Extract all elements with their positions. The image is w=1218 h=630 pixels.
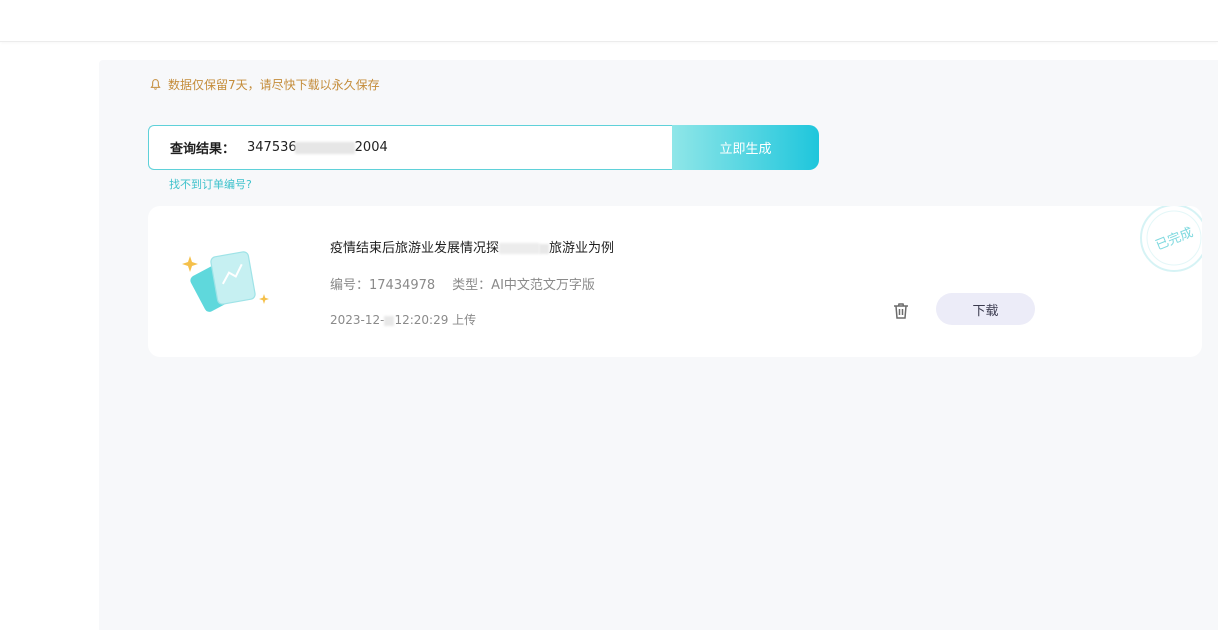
record-meta: 编号：17434978 类型：AI中文范文万字版 — [330, 274, 595, 293]
find-order-link[interactable]: 找不到订单编号? — [169, 176, 252, 192]
redacted-block — [384, 315, 395, 326]
notice-text: 数据仅保留7天，请尽快下载以永久保存 — [168, 78, 380, 92]
retention-notice: 数据仅保留7天，请尽快下载以永久保存 — [149, 76, 380, 93]
record-card: 疫情结束后旅游业发展情况探 旅游业为例 编号：17434978 类型：AI中文范文… — [148, 206, 1202, 357]
search-label: 查询结果： — [170, 142, 236, 157]
document-illustration-icon — [182, 251, 269, 312]
record-id: 编号：17434978 — [330, 278, 436, 293]
record-title: 疫情结束后旅游业发展情况探 旅游业为例 — [330, 241, 615, 256]
search-input[interactable]: 查询结果： 347536 2004 — [148, 125, 688, 170]
redacted-block — [539, 243, 550, 254]
stamp-text: 已完成 — [1154, 225, 1196, 254]
redacted-block — [294, 141, 355, 154]
search-value: 347536 2004 — [247, 140, 388, 155]
trash-icon[interactable] — [891, 301, 911, 321]
search-bar: 查询结果： 347536 2004 立即生成 — [148, 125, 819, 170]
top-bar — [0, 0, 1218, 42]
completed-stamp: 已完成 — [1140, 206, 1202, 272]
record-type: 类型：AI中文范文万字版 — [452, 278, 595, 293]
main-panel: 数据仅保留7天，请尽快下载以永久保存 查询结果： 347536 2004 立即生成… — [99, 60, 1218, 630]
redacted-block — [499, 243, 540, 254]
bell-icon — [150, 79, 161, 90]
record-time: 2023-12- 12:20:29 上传 — [330, 313, 477, 327]
generate-button[interactable]: 立即生成 — [672, 125, 819, 170]
download-button[interactable]: 下载 — [936, 293, 1035, 325]
